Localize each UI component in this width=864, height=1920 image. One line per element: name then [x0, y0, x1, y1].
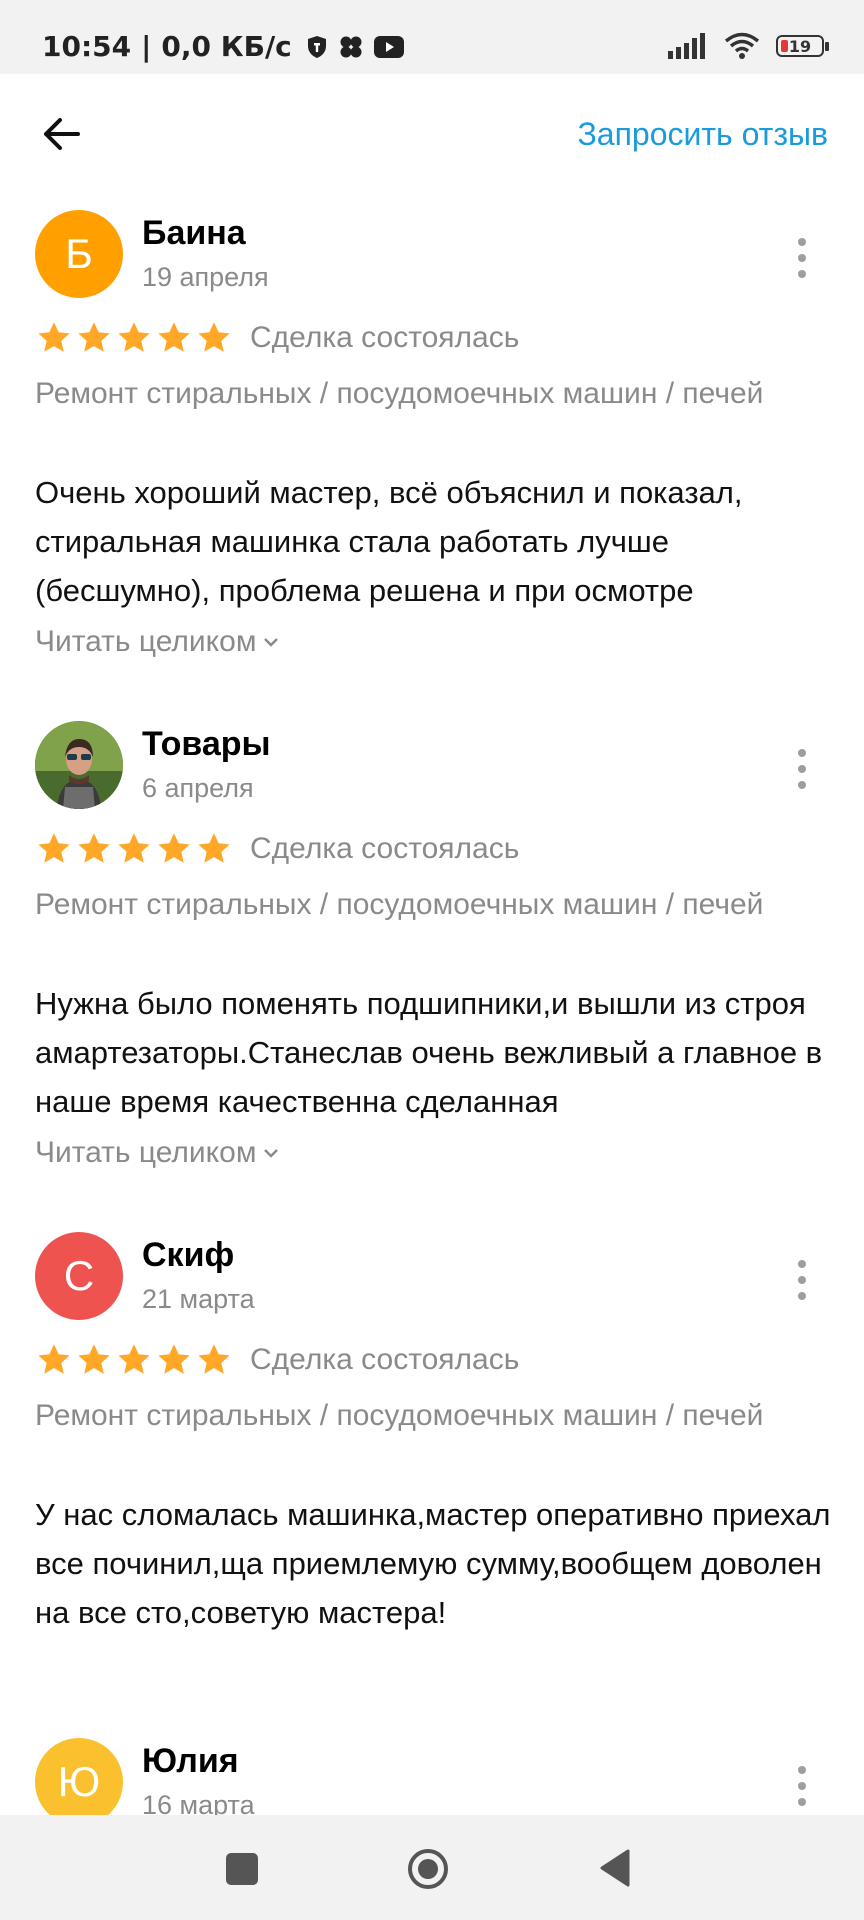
star-icon [118, 322, 150, 352]
battery-level: 19 [788, 36, 812, 56]
recent-apps-icon[interactable] [226, 1853, 258, 1885]
star-icon [38, 322, 70, 352]
service-category: Ремонт стиральных / посудомоечных машин … [35, 377, 764, 410]
back-triangle-icon[interactable] [598, 1847, 632, 1889]
star-rating [36, 1342, 232, 1378]
avatar-letter: Ю [57, 1758, 101, 1805]
rating-row: Сделка состоялась [36, 1342, 519, 1378]
rating-row: Сделка состоялась [36, 831, 519, 867]
rating-row: Сделка состоялась [36, 320, 519, 356]
top-bar: Запросить отзыв [0, 74, 864, 194]
star-rating [36, 831, 232, 867]
home-icon[interactable] [406, 1847, 450, 1891]
avatar-letter: Б [65, 230, 93, 277]
star-icon [158, 833, 190, 863]
review-text: У нас сломалась машинка,мастер оперативн… [35, 1497, 831, 1630]
reviewer-name: Товары [142, 725, 271, 763]
review-date: 6 апреля [142, 773, 254, 803]
review-date: 16 марта [142, 1790, 255, 1815]
reviewer-name: Скиф [142, 1236, 235, 1274]
star-icon [198, 833, 230, 863]
read-more-link[interactable]: Читать целиком [35, 625, 280, 659]
review-card: Ю Юлия 16 марта [0, 1738, 864, 1815]
star-icon [118, 1344, 150, 1374]
shield-icon [307, 35, 326, 58]
status-bar: 10:54 | 0,0 КБ/с 19 [0, 0, 864, 74]
chevron-down-icon [264, 1149, 279, 1158]
star-icon [118, 833, 150, 863]
review-text: Очень хороший мастер, всё объяснил и пок… [35, 475, 743, 608]
star-icon [78, 833, 110, 863]
status-time: 10:54 [42, 30, 132, 63]
wifi-icon [724, 32, 760, 59]
avatar-photo [35, 721, 123, 809]
status-separator: | [141, 30, 152, 63]
star-icon [198, 1344, 230, 1374]
user-photo-icon [35, 721, 123, 809]
star-icon [38, 833, 70, 863]
star-icon [78, 1344, 110, 1374]
deal-status: Сделка состоялась [250, 1343, 520, 1376]
read-more-label: Читать целиком [35, 625, 257, 658]
more-options-icon[interactable] [790, 749, 814, 789]
star-icon [38, 1344, 70, 1374]
app-cluster-icon [340, 36, 362, 57]
review-date: 21 марта [142, 1284, 255, 1314]
star-icon [158, 322, 190, 352]
reviewer-name: Юлия [142, 1742, 239, 1780]
star-rating [36, 320, 232, 356]
status-right: 19 [668, 32, 829, 60]
chevron-down-icon [264, 638, 279, 647]
star-icon [158, 1344, 190, 1374]
read-more-label: Читать целиком [35, 1136, 257, 1169]
deal-status: Сделка состоялась [250, 832, 520, 865]
more-options-icon[interactable] [790, 1766, 814, 1806]
service-category: Ремонт стиральных / посудомоечных машин … [35, 1399, 764, 1432]
review-text: Нужна было поменять подшипники,и вышли и… [35, 986, 823, 1119]
signal-icon [668, 33, 705, 59]
avatar: Б [35, 210, 123, 298]
review-date: 19 апреля [142, 262, 269, 292]
service-category: Ремонт стиральных / посудомоечных машин … [35, 888, 764, 921]
avatar-letter: С [63, 1252, 95, 1299]
more-options-icon[interactable] [790, 238, 814, 278]
network-speed: 0,0 КБ/с [161, 30, 292, 63]
star-icon [78, 322, 110, 352]
more-options-icon[interactable] [790, 1260, 814, 1300]
avatar: С [35, 1232, 123, 1320]
avatar: Ю [35, 1738, 123, 1815]
youtube-icon [373, 35, 404, 58]
reviewer-name: Баина [142, 214, 246, 252]
notification-icons [306, 35, 404, 59]
back-arrow-icon[interactable] [38, 110, 86, 158]
deal-status: Сделка состоялась [250, 321, 520, 354]
system-nav-bar [0, 1815, 864, 1920]
request-review-button[interactable]: Запросить отзыв [577, 116, 828, 153]
star-icon [198, 322, 230, 352]
battery-icon: 19 [776, 35, 829, 57]
status-left: 10:54 | 0,0 КБ/с [42, 30, 404, 63]
read-more-link[interactable]: Читать целиком [35, 1136, 280, 1170]
